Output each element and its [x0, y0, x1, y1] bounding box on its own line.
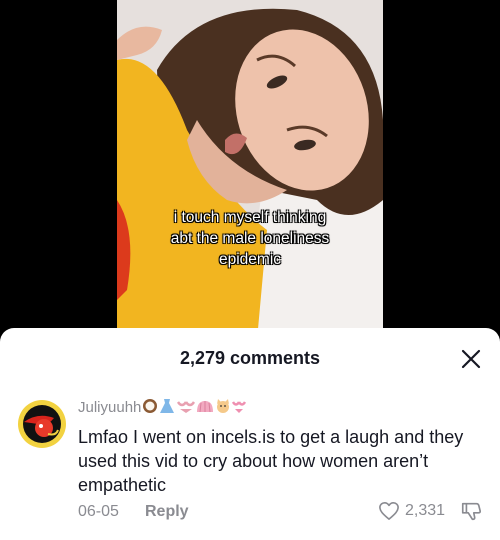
username-emoji-group — [142, 398, 247, 418]
video-player[interactable]: i touch myself thinking abt the male lon… — [0, 0, 500, 340]
caption-line-2: abt the male loneliness — [170, 230, 330, 247]
comment-username[interactable]: Juliyuuhh — [78, 399, 141, 416]
thumbs-down-icon — [461, 502, 482, 521]
reply-button[interactable]: Reply — [145, 503, 189, 521]
video-caption: i touch myself thinking abt the male lon… — [117, 207, 383, 270]
avatar-image — [18, 400, 66, 448]
bikini-icon — [232, 401, 247, 413]
dislike-button[interactable] — [460, 500, 482, 522]
video-frame[interactable]: i touch myself thinking abt the male lon… — [117, 0, 383, 340]
bikini-icon — [177, 401, 196, 413]
comment-date: 06-05 — [78, 503, 119, 520]
caption-line-3: epidemic — [218, 251, 282, 268]
caption-line-1: i touch myself thinking — [173, 209, 327, 226]
shell-icon — [197, 401, 214, 413]
video-still-image — [117, 0, 383, 340]
like-button[interactable]: 2,331 — [378, 500, 445, 522]
comment-username-row[interactable]: Juliyuuhh — [78, 398, 247, 418]
avatar[interactable] — [18, 400, 66, 448]
comment-text: Lmfao I went on incels.is to get a laugh… — [78, 427, 464, 495]
heart-outline-icon — [379, 502, 399, 520]
like-count: 2,331 — [405, 502, 446, 519]
coconut-icon — [143, 399, 158, 413]
close-icon — [461, 349, 481, 369]
comments-sheet: 2,279 comments Juliyuuhh Lmfao I went on… — [0, 328, 500, 540]
comments-count-title: 2,279 comments — [179, 348, 321, 368]
cat-face-icon — [217, 399, 230, 413]
dress-icon — [160, 399, 175, 413]
close-button[interactable] — [460, 348, 482, 370]
